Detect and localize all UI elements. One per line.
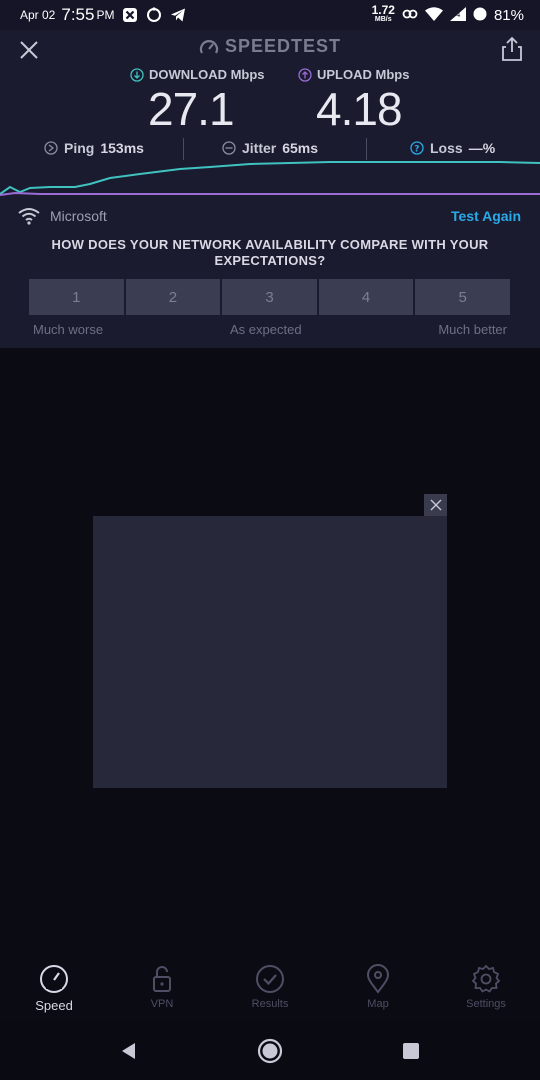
tab-speed-label: Speed	[35, 998, 73, 1013]
download-icon	[130, 67, 144, 82]
close-icon	[430, 499, 441, 511]
ad-banner[interactable]	[93, 516, 447, 788]
share-button[interactable]	[501, 36, 523, 62]
rating-option-3[interactable]: 3	[222, 279, 317, 315]
app-title: SPEEDTEST	[0, 36, 540, 57]
tab-results[interactable]: Results	[216, 958, 324, 1022]
tab-settings-label: Settings	[466, 998, 506, 1010]
notification-app-icon	[122, 7, 138, 23]
telegram-icon	[170, 7, 186, 23]
rating-option-2[interactable]: 2	[125, 279, 221, 315]
network-speed: 1.72 MB/s	[372, 4, 395, 25]
ping-icon	[44, 141, 58, 155]
check-circle-icon	[256, 965, 284, 993]
tab-vpn-label: VPN	[150, 998, 174, 1010]
speedometer-icon	[40, 965, 68, 993]
test-again-button[interactable]: Test Again	[451, 208, 521, 224]
cell-signal-icon: 4	[449, 6, 466, 24]
bottom-tab-bar: Speed VPN Results Map Settings	[0, 958, 540, 1022]
gear-icon	[471, 964, 501, 993]
tab-results-label: Results	[251, 998, 289, 1010]
upload-label-text: UPLOAD Mbps	[317, 67, 410, 82]
survey-question: HOW DOES YOUR NETWORK AVAILABILITY COMPA…	[51, 237, 489, 268]
upload-label: UPLOAD Mbps	[298, 67, 409, 82]
tab-map-label: Map	[367, 998, 389, 1010]
jitter-icon	[222, 141, 236, 155]
share-icon	[502, 36, 522, 61]
scale-label-worse: Much worse	[33, 322, 104, 337]
map-pin-icon	[366, 964, 390, 994]
recents-icon[interactable]	[401, 1041, 421, 1061]
system-nav-bar	[0, 1022, 540, 1080]
speed-graph	[0, 161, 540, 196]
wifi-signal-icon	[424, 6, 443, 24]
network-speed-unit: MB/s	[374, 16, 392, 23]
download-graph-line	[0, 161, 540, 195]
tab-settings[interactable]: Settings	[432, 958, 540, 1022]
provider-name: Microsoft	[50, 208, 107, 224]
speedtest-app: Apr 02 7:55 PM 1.72 MB/s 4 81% SPEEDTEST…	[0, 0, 540, 1080]
tab-vpn[interactable]: VPN	[108, 958, 216, 1022]
link-icon	[402, 8, 418, 23]
scale-label-better: Much better	[438, 322, 507, 337]
battery-icon	[473, 7, 487, 24]
upload-icon	[298, 67, 312, 82]
status-ampm: PM	[96, 8, 115, 22]
rating-options: 1 2 3 4 5	[29, 279, 510, 315]
battery-percent: 81%	[493, 6, 524, 24]
home-icon[interactable]	[257, 1038, 283, 1064]
status-bar: Apr 02 7:55 PM 1.72 MB/s 4 81%	[0, 0, 540, 30]
svg-text:?: ?	[414, 145, 419, 155]
back-icon[interactable]	[119, 1041, 139, 1061]
status-date: Apr 02	[20, 8, 56, 22]
upload-graph-line	[0, 191, 540, 196]
rating-option-1[interactable]: 1	[29, 279, 124, 315]
download-label: DOWNLOAD Mbps	[130, 67, 265, 82]
rating-option-5[interactable]: 5	[415, 279, 510, 315]
download-label-text: DOWNLOAD Mbps	[149, 67, 265, 82]
sync-icon	[146, 7, 162, 23]
results-panel: SPEEDTEST DOWNLOAD Mbps UPLOAD Mbps 27.1…	[0, 30, 540, 348]
status-right-group: 1.72 MB/s 4 81%	[372, 4, 524, 25]
network-row: Microsoft Test Again	[0, 206, 540, 228]
tab-map[interactable]: Map	[324, 958, 432, 1022]
unlock-icon	[153, 966, 171, 992]
help-icon[interactable]: ?	[410, 141, 424, 155]
speedtest-logo-icon	[199, 39, 219, 54]
scale-label-expected: As expected	[230, 322, 302, 337]
rating-option-4[interactable]: 4	[318, 279, 414, 315]
tab-speed[interactable]: Speed	[0, 958, 108, 1022]
status-time: 7:55	[61, 5, 95, 24]
app-title-text: SPEEDTEST	[224, 36, 342, 56]
ad-close-button[interactable]	[424, 494, 447, 516]
svg-text:4: 4	[456, 11, 461, 19]
wifi-icon	[18, 207, 40, 228]
upload-value: 4.18	[316, 83, 403, 135]
download-value: 27.1	[148, 83, 235, 135]
